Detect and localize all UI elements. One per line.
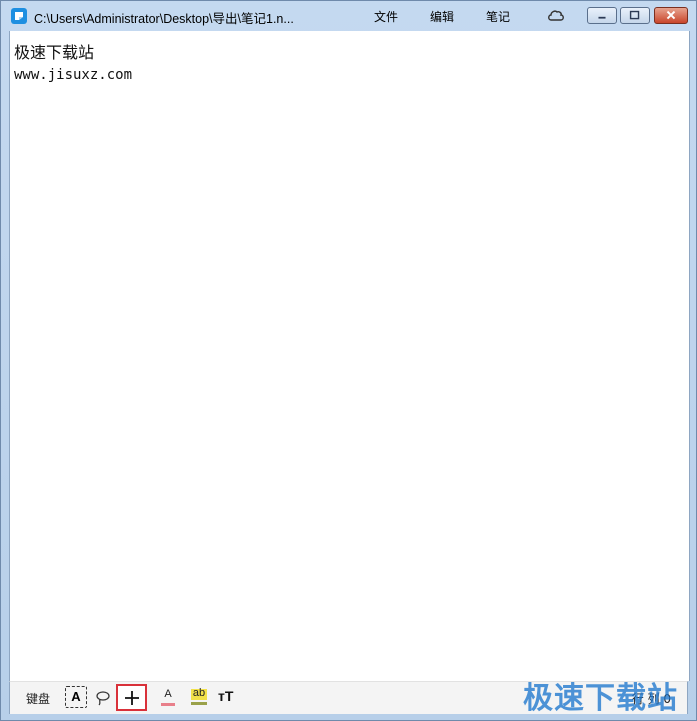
window-title: C:\Users\Administrator\Desktop\导出\笔记1.n.…	[34, 12, 294, 26]
menu-file[interactable]: 文件	[374, 8, 398, 25]
plus-icon	[125, 691, 139, 705]
highlight-glyph: ab	[192, 687, 206, 699]
title-bar[interactable]: C:\Users\Administrator\Desktop\导出\笔记1.n.…	[1, 1, 696, 31]
font-size-button[interactable]: тT	[218, 688, 233, 704]
menu-edit[interactable]: 编辑	[430, 8, 454, 25]
add-button[interactable]	[116, 684, 147, 711]
cursor-position: 行 列 0	[631, 692, 671, 706]
note-text-line[interactable]: www.jisuxz.com	[14, 67, 132, 83]
menu-notes[interactable]: 笔记	[486, 8, 510, 25]
bottom-toolbar: 键盘 A A ab тT 行 列 0	[9, 681, 688, 714]
app-window: C:\Users\Administrator\Desktop\导出\笔记1.n.…	[0, 0, 697, 721]
keyboard-button[interactable]: 键盘	[26, 690, 50, 707]
font-color-glyph: A	[164, 688, 172, 700]
text-tool-button[interactable]: A	[65, 686, 87, 708]
font-color-swatch	[161, 703, 175, 706]
close-button[interactable]	[654, 7, 688, 24]
maximize-button[interactable]	[620, 7, 650, 24]
font-color-button[interactable]: A	[160, 688, 176, 706]
highlight-underline	[191, 702, 207, 705]
note-canvas[interactable]: 极速下载站 www.jisuxz.com	[9, 31, 690, 681]
lasso-icon[interactable]	[95, 690, 111, 710]
highlight-button[interactable]: ab	[190, 687, 208, 705]
cloud-icon[interactable]	[547, 9, 565, 24]
minimize-button[interactable]	[587, 7, 617, 24]
note-text-line[interactable]: 极速下载站	[14, 39, 94, 63]
app-icon[interactable]	[11, 8, 27, 24]
